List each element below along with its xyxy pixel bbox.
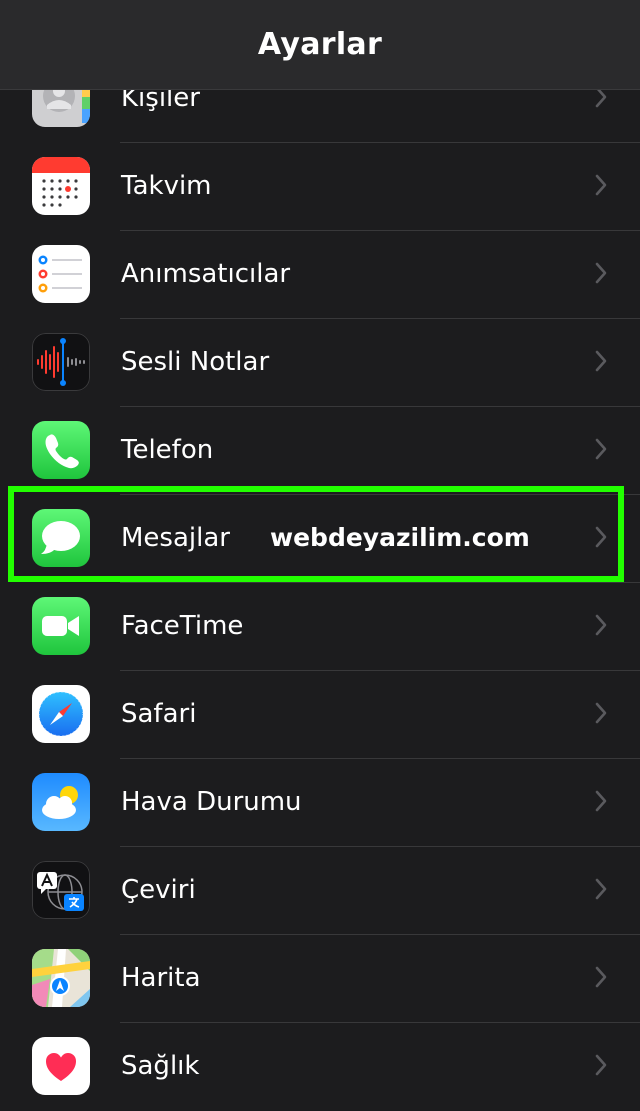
row-label: Sesli Notlar: [121, 347, 270, 377]
chevron-right-icon: [595, 702, 607, 724]
weather-icon: [32, 773, 90, 831]
row-label: Hava Durumu: [121, 787, 302, 817]
calendar-icon: [32, 157, 90, 215]
chevron-right-icon: [595, 878, 607, 900]
chevron-right-icon: [595, 350, 607, 372]
settings-row-safari[interactable]: Safari: [0, 671, 640, 759]
settings-row-translate[interactable]: Çeviri: [0, 847, 640, 935]
phone-icon: [32, 421, 90, 479]
navigation-bar: Ayarlar: [0, 0, 640, 90]
chevron-right-icon: [595, 174, 607, 196]
row-label: Telefon: [121, 435, 214, 465]
settings-list: Kişiler Takvim Anımsatıcılar Sesli Notla…: [0, 55, 640, 1111]
chevron-right-icon: [595, 614, 607, 636]
settings-row-phone[interactable]: Telefon: [0, 407, 640, 495]
messages-icon: [32, 509, 90, 567]
chevron-right-icon: [595, 790, 607, 812]
translate-icon: [32, 861, 90, 919]
chevron-right-icon: [595, 1054, 607, 1076]
row-label: Sağlık: [121, 1051, 200, 1081]
settings-row-health[interactable]: Sağlık: [0, 1023, 640, 1111]
row-label: Harita: [121, 963, 201, 993]
safari-icon: [32, 685, 90, 743]
row-label: Anımsatıcılar: [121, 259, 291, 289]
voice-memos-icon: [32, 333, 90, 391]
row-label: Çeviri: [121, 875, 196, 905]
settings-row-maps[interactable]: Harita: [0, 935, 640, 1023]
chevron-right-icon: [595, 966, 607, 988]
settings-row-reminders[interactable]: Anımsatıcılar: [0, 231, 640, 319]
health-icon: [32, 1037, 90, 1095]
chevron-right-icon: [595, 526, 607, 548]
row-label: FaceTime: [121, 611, 244, 641]
row-label: Mesajlar: [121, 523, 230, 553]
row-label: Safari: [121, 699, 197, 729]
row-label: Takvim: [121, 171, 212, 201]
settings-row-calendar[interactable]: Takvim: [0, 143, 640, 231]
settings-row-voice-memos[interactable]: Sesli Notlar: [0, 319, 640, 407]
watermark: webdeyazilim.com: [270, 523, 530, 552]
chevron-right-icon: [595, 262, 607, 284]
chevron-right-icon: [595, 438, 607, 460]
settings-row-facetime[interactable]: FaceTime: [0, 583, 640, 671]
reminders-icon: [32, 245, 90, 303]
settings-row-weather[interactable]: Hava Durumu: [0, 759, 640, 847]
maps-icon: [32, 949, 90, 1007]
page-title: Ayarlar: [257, 27, 383, 62]
facetime-icon: [32, 597, 90, 655]
